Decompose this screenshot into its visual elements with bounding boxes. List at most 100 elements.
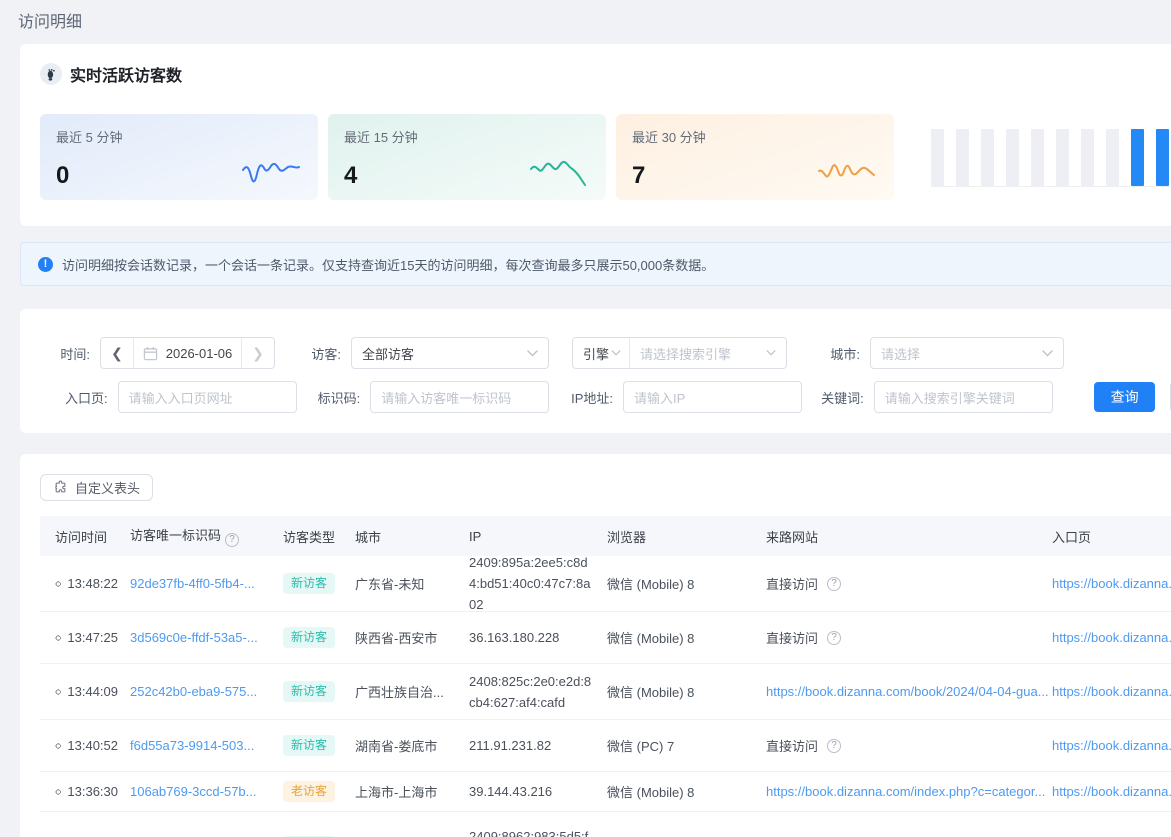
sparkline-teal-icon	[528, 154, 590, 188]
sparkline-orange-icon	[816, 154, 878, 188]
help-icon[interactable]: ?	[827, 631, 841, 645]
col-entry: 入口页	[1052, 527, 1171, 546]
keyword-input[interactable]: 请输入搜索引擎关键词	[874, 381, 1053, 413]
filter-row-2: 入口页: 请输入入口页网址 标识码: 请输入访客唯一标识码 IP地址: 请输入I…	[40, 381, 1171, 413]
entry-page-link[interactable]: https://book.dizanna.co	[1052, 738, 1171, 753]
visitor-uuid-link[interactable]: 3d569c0e-ffdf-53a5-...	[130, 630, 258, 645]
entry-page-link[interactable]: https://book.dizanna.co	[1052, 684, 1171, 699]
entry-filter-label: 入口页:	[40, 388, 108, 407]
chevron-down-icon	[527, 350, 538, 357]
referrer-cell: 直接访问	[766, 574, 818, 593]
col-referrer: 来路网站	[766, 527, 1052, 546]
entry-page-link[interactable]: https://book.dizanna.co	[1052, 576, 1171, 591]
browser-cell: 微信 (Mobile) 8	[607, 782, 766, 801]
table-row: 13:40:52 f6d55a73-9914-503... 新访客 湖南省-娄底…	[40, 720, 1171, 772]
city-select[interactable]: 请选择	[870, 337, 1064, 369]
city-cell: 湖南省-娄底市	[355, 736, 469, 755]
ip-cell: 2408:825c:2e0:e2d:8cb4:627:af4:cafd	[469, 671, 607, 713]
city-cell: 广东省-未知	[355, 574, 469, 593]
referrer-link[interactable]: https://book.dizanna.com/index.php?c=cat…	[766, 784, 1045, 799]
help-icon[interactable]: ?	[827, 739, 841, 753]
query-button[interactable]: 查询	[1094, 382, 1156, 412]
crosshair-icon	[55, 685, 61, 699]
visitor-type-badge: 新访客	[283, 573, 335, 593]
interval-bar-active	[1156, 129, 1169, 186]
browser-cell: 微信 (Mobile) 8	[607, 628, 766, 647]
chevron-down-icon	[611, 350, 621, 356]
visitor-type-value: 全部访客	[362, 344, 414, 363]
stat-value: 0	[56, 164, 69, 188]
interval-bar	[1106, 129, 1119, 186]
chevron-down-icon	[1042, 350, 1053, 357]
city-filter-label: 城市:	[787, 344, 860, 363]
realtime-card-title: 实时活跃访客数	[70, 62, 182, 86]
realtime-visitors-card: 实时活跃访客数 最近 5 分钟 0 最近 15 分钟 4	[20, 44, 1171, 226]
ip-cell: 211.91.231.82	[469, 735, 607, 756]
table-row: 13:48:22 92de37fb-4ff0-5fb4-... 新访客 广东省-…	[40, 556, 1171, 612]
city-placeholder: 请选择	[881, 344, 920, 363]
visitor-type-badge: 新访客	[283, 735, 335, 755]
stat-card-5min: 最近 5 分钟 0	[40, 114, 318, 200]
table-row: 13:47:25 3d569c0e-ffdf-53a5-... 新访客 陕西省-…	[40, 612, 1171, 664]
time-filter-label: 时间:	[40, 344, 90, 363]
stat-value: 7	[632, 164, 645, 188]
stat-label: 最近 15 分钟	[344, 127, 590, 146]
chevron-down-icon	[766, 350, 776, 356]
stat-card-15min: 最近 15 分钟 4	[328, 114, 606, 200]
stat-card-30min: 最近 30 分钟 7	[616, 114, 894, 200]
stat-label: 最近 30 分钟	[632, 127, 878, 146]
interval-bar	[1081, 129, 1094, 186]
engine-name-select[interactable]: 请选择搜索引擎	[630, 338, 786, 368]
visitor-uuid-link[interactable]: 92de37fb-4ff0-5fb4-...	[130, 576, 255, 591]
col-time: 访问时间	[55, 527, 130, 546]
search-engine-select-group[interactable]: 引擎 请选择搜索引擎	[572, 337, 787, 369]
page-title: 访问明细	[0, 0, 1171, 36]
browser-cell: 微信 (PC) 7	[607, 736, 766, 755]
visitor-type-badge: 新访客	[283, 627, 335, 647]
entry-page-input[interactable]: 请输入入口页网址	[118, 381, 297, 413]
ip-cell: 2409:8962:983:5d5:f0	[469, 826, 607, 837]
prev-day-button[interactable]: ❮	[101, 338, 133, 368]
visitor-type-select[interactable]: 全部访客	[351, 337, 549, 369]
date-value[interactable]: 2026-01-06	[166, 346, 233, 361]
referrer-cell: 直接访问	[766, 736, 818, 755]
visitor-uuid-link[interactable]: 252c42b0-eba9-575...	[130, 684, 257, 699]
visit-time: 13:48:22	[67, 576, 118, 591]
keyword-placeholder: 请输入搜索引擎关键词	[885, 388, 1015, 407]
realtime-card-body: 最近 5 分钟 0 最近 15 分钟 4 最近 30 分	[40, 114, 1171, 200]
visit-time: 13:36:30	[67, 784, 118, 799]
visitor-type-badge: 老访客	[283, 781, 335, 801]
visit-time: 13:44:09	[67, 684, 118, 699]
col-city: 城市	[355, 527, 469, 546]
crosshair-icon	[55, 785, 61, 799]
city-cell: 广西壮族自治...	[355, 682, 469, 701]
ip-input[interactable]: 请输入IP	[623, 381, 802, 413]
engine-segment-select[interactable]: 引擎	[573, 338, 630, 368]
date-picker[interactable]: ❮ 2026-01-06 ❯	[100, 337, 275, 369]
footprint-icon	[40, 63, 62, 85]
crosshair-icon	[55, 577, 61, 591]
visitor-filter-label: 访客:	[275, 344, 341, 363]
help-icon[interactable]: ?	[827, 577, 841, 591]
sparkline-blue-icon	[240, 154, 302, 188]
entry-page-link[interactable]: https://book.dizanna.co	[1052, 630, 1171, 645]
ip-cell: 39.144.43.216	[469, 781, 607, 802]
engine-segment-value: 引擎	[583, 344, 609, 363]
ip-placeholder: 请输入IP	[634, 388, 685, 407]
info-icon: !	[38, 257, 53, 272]
visitor-uuid-link[interactable]: 106ab769-3ccd-57b...	[130, 784, 256, 799]
entry-page-link[interactable]: https://book.dizanna.co	[1052, 784, 1171, 799]
uid-placeholder: 请输入访客唯一标识码	[381, 388, 511, 407]
crosshair-icon	[55, 631, 61, 645]
visitor-uuid-link[interactable]: f6d55a73-9914-503...	[130, 738, 254, 753]
ip-cell: 2409:895a:2ee5:c8d4:bd51:40c0:47c7:8a02	[469, 552, 607, 615]
notice-banner: ! 访问明细按会话数记录，一个会话一条记录。仅支持查询近15天的访问明细，每次查…	[20, 242, 1171, 286]
visitor-uid-input[interactable]: 请输入访客唯一标识码	[370, 381, 549, 413]
customize-columns-button[interactable]: 自定义表头	[40, 474, 153, 501]
browser-cell: 微信 (Mobile) 8	[607, 574, 766, 593]
interval-bar	[956, 129, 969, 186]
browser-cell: 微信 (Mobile) 8	[607, 682, 766, 701]
help-icon[interactable]: ?	[225, 533, 239, 547]
next-day-button[interactable]: ❯	[242, 338, 274, 368]
referrer-link[interactable]: https://book.dizanna.com/book/2024/04-04…	[766, 684, 1049, 699]
